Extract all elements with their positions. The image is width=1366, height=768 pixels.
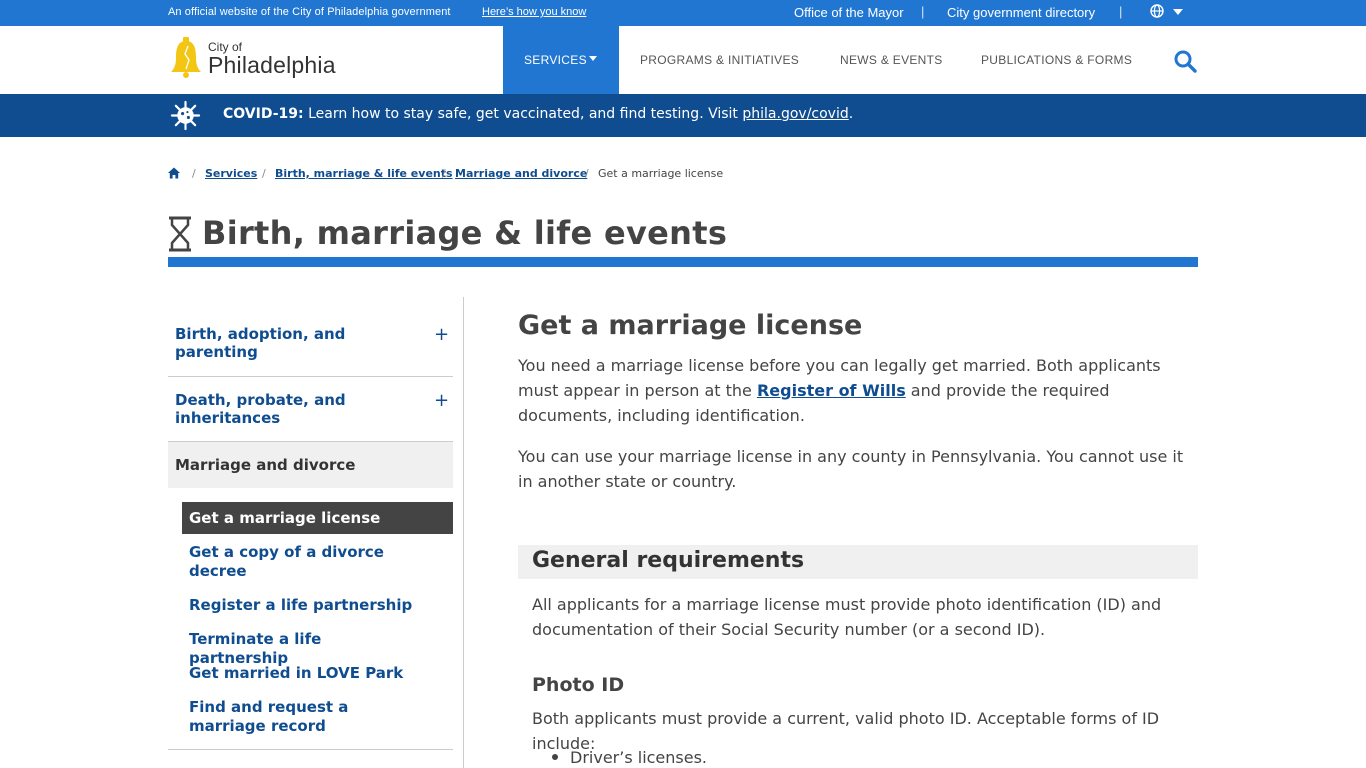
search-icon[interactable]	[1172, 48, 1198, 74]
covid-alert-banner: COVID-19: Learn how to stay safe, get va…	[0, 94, 1366, 137]
bullet-icon	[552, 753, 558, 760]
sidebar-subitem-get-marriage-license[interactable]: Get a marriage license	[182, 502, 453, 534]
city-directory-link[interactable]: City government directory	[947, 5, 1095, 20]
sidebar-subitem-label: Get married in LOVE Park	[189, 664, 404, 682]
sidebar-subitem-label: Get a marriage license	[189, 509, 381, 527]
sidebar-item-birth-adoption-parenting[interactable]: Birth, adoption, and parenting +	[168, 325, 453, 365]
nav-services-label: SERVICES	[524, 53, 587, 67]
sidebar-subitem-label: Get a copy of a divorce decree	[189, 543, 384, 580]
heres-how-you-know-link[interactable]: Here’s how you know	[482, 6, 586, 18]
office-of-the-mayor-link[interactable]: Office of the Mayor	[794, 5, 904, 20]
nav-services[interactable]: SERVICES	[503, 26, 619, 94]
content-heading: Get a marriage license	[518, 310, 863, 341]
covid-period: .	[848, 106, 854, 122]
nav-publications-forms[interactable]: PUBLICATIONS & FORMS	[981, 53, 1132, 67]
sidebar-item-label: Marriage and divorce	[175, 456, 356, 474]
sidebar-subitem-love-park[interactable]: Get married in LOVE Park	[182, 664, 453, 684]
sidebar-subitem-divorce-decree[interactable]: Get a copy of a divorce decree	[182, 543, 453, 583]
city-logo[interactable]: City of Philadelphia	[168, 36, 338, 84]
nav-news-events[interactable]: NEWS & EVENTS	[840, 53, 943, 67]
register-of-wills-link[interactable]: Register of Wills	[757, 381, 906, 400]
covid-label: COVID-19:	[223, 106, 304, 122]
sidebar-subitem-terminate-life-partnership[interactable]: Terminate a life partnership	[182, 630, 453, 667]
logo-philadelphia: Philadelphia	[208, 52, 336, 78]
breadcrumb-separator: /	[192, 167, 196, 180]
official-site-text: An official website of the City of Phila…	[168, 6, 451, 18]
sidebar-subitem-marriage-record[interactable]: Find and request a marriage record	[182, 698, 453, 738]
usage-paragraph: You can use your marriage license in any…	[518, 447, 1184, 491]
services-dropdown-caret-icon	[589, 56, 597, 61]
globe-icon[interactable]	[1150, 4, 1164, 18]
breadcrumb-separator: /	[442, 167, 446, 180]
official-site-bar: An official website of the City of Phila…	[0, 0, 1366, 26]
nav-programs-initiatives[interactable]: PROGRAMS & INITIATIVES	[640, 53, 799, 67]
sidebar-item-label: Birth, adoption, and parenting	[175, 325, 346, 361]
intro-paragraph: You need a marriage license before you c…	[518, 353, 1198, 428]
list-item-text: Driver’s licenses.	[570, 748, 708, 767]
sidebar-item-label: Death, probate, and inheritances	[175, 391, 346, 427]
home-icon[interactable]	[168, 167, 180, 179]
utility-separator: |	[921, 4, 925, 19]
utility-separator: |	[1119, 4, 1123, 19]
breadcrumb-separator: /	[585, 167, 589, 180]
photo-id-heading: Photo ID	[532, 674, 625, 696]
liberty-bell-icon	[171, 37, 201, 78]
breadcrumb-marriage-and-divorce[interactable]: Marriage and divorce	[455, 167, 587, 180]
sidebar-divider	[463, 297, 464, 768]
requirements-paragraph: All applicants for a marriage license mu…	[532, 595, 1162, 639]
list-item: Driver’s licenses.	[552, 748, 707, 767]
sidebar-subitem-register-life-partnership[interactable]: Register a life partnership	[182, 596, 453, 616]
expand-plus-icon[interactable]: +	[434, 326, 449, 344]
sidebar-subitem-label: Terminate a life partnership	[189, 630, 322, 667]
expand-plus-icon[interactable]: +	[434, 392, 449, 410]
general-requirements-heading-bar: General requirements	[518, 545, 1198, 579]
breadcrumb-birth-marriage-life-events[interactable]: Birth, marriage & life events	[275, 167, 453, 180]
sidebar-subitem-label: Find and request a marriage record	[189, 698, 349, 735]
title-underline	[168, 257, 1198, 267]
page-title: Birth, marriage & life events	[202, 214, 728, 252]
sidebar-divider-line	[168, 376, 453, 377]
language-dropdown-caret-icon[interactable]	[1173, 9, 1183, 15]
sidebar-item-marriage-and-divorce[interactable]: Marriage and divorce	[168, 442, 453, 488]
site-header: City of Philadelphia SERVICES PROGRAMS &…	[0, 26, 1366, 94]
section-heading: General requirements	[532, 548, 805, 573]
sidebar-divider-line	[168, 749, 453, 750]
breadcrumb-separator: /	[262, 167, 266, 180]
hourglass-icon	[169, 216, 191, 252]
sidebar-item-death-probate-inheritances[interactable]: Death, probate, and inheritances +	[168, 391, 453, 431]
breadcrumb-services[interactable]: Services	[205, 167, 257, 180]
covid-link[interactable]: phila.gov/covid	[742, 106, 848, 122]
virus-icon	[170, 100, 201, 131]
covid-message-text: Learn how to stay safe, get vaccinated, …	[303, 106, 743, 122]
breadcrumb-current: Get a marriage license	[598, 167, 724, 180]
covid-message: COVID-19: Learn how to stay safe, get va…	[223, 106, 853, 122]
sidebar-subitem-label: Register a life partnership	[189, 596, 413, 614]
